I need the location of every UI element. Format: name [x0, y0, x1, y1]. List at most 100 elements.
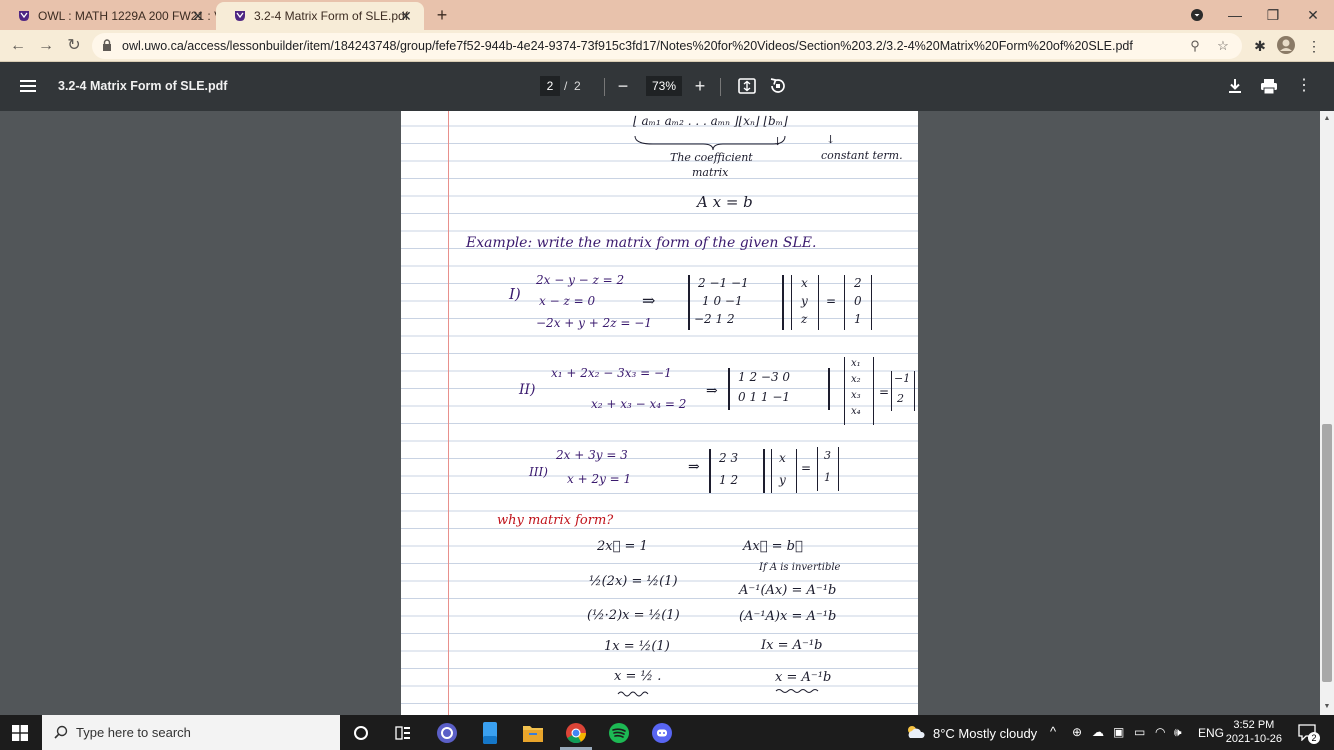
profile-dropdown-icon[interactable] — [1186, 4, 1208, 26]
page-total: / 2 — [564, 79, 581, 93]
battery-icon[interactable]: ▭ — [1134, 725, 1145, 739]
pdf-title: 3.2-4 Matrix Form of SLE.pdf — [58, 79, 228, 93]
page-number-input[interactable]: 2 — [540, 76, 560, 96]
url-text: owl.uwo.ca/access/lessonbuilder/item/184… — [122, 39, 1133, 53]
underline-squiggle — [617, 691, 649, 697]
vertical-scrollbar[interactable]: ▲ ▼ — [1320, 111, 1334, 715]
example-3-var-vector: x y — [771, 449, 797, 493]
profile-avatar-icon[interactable] — [1276, 36, 1296, 56]
forward-icon[interactable]: → — [36, 36, 56, 56]
vector-entry: x₂ — [851, 374, 861, 385]
meet-now-icon[interactable]: ⊕ — [1072, 725, 1082, 739]
coefficient-label: The coefficient — [670, 151, 753, 164]
implies-arrow: ⇒ — [688, 459, 700, 475]
close-tab-icon[interactable]: ✕ — [190, 8, 206, 24]
browser-toolbar: ← → ↻ owl.uwo.ca/access/lessonbuilder/it… — [0, 30, 1334, 62]
wifi-icon[interactable]: ◠ — [1155, 725, 1165, 739]
windows-taskbar: Type here to search 8°C Mostly cloudy ^ — [0, 715, 1334, 750]
tab-owl[interactable]: OWL : MATH 1229A 200 FW21 : V ✕ — [0, 2, 216, 30]
tab-pdf-active[interactable]: 3.2-4 Matrix Form of SLE.pdf ✕ — [216, 2, 424, 30]
example-heading: Example: write the matrix form of the gi… — [466, 235, 817, 251]
print-icon[interactable] — [1259, 76, 1279, 96]
weather-text[interactable]: 8°C Mostly cloudy — [933, 726, 1037, 741]
coefficient-label-matrix: matrix — [692, 166, 729, 179]
scroll-down-icon[interactable]: ▼ — [1323, 703, 1331, 711]
vector-entry: x₄ — [851, 406, 861, 417]
example-1-eq3: −2x + y + 2z = −1 — [536, 316, 652, 330]
clock-date: 2021-10-26 — [1225, 733, 1282, 745]
clock-time: 3:52 PM — [1233, 719, 1275, 731]
matrix-row: 1 2 — [719, 473, 739, 487]
matrix-row: 1 0 −1 — [702, 294, 743, 308]
vector-entry: y — [779, 473, 786, 487]
display-icon[interactable]: ▣ — [1113, 725, 1124, 739]
download-icon[interactable] — [1225, 76, 1245, 96]
pdf-page: ⌊ aₘ₁ aₘ₂ . . . aₘₙ ⌋⌊xₙ⌋ ⌊bₘ⌋ ↓ ↓ The c… — [401, 111, 918, 715]
hamburger-menu-icon[interactable] — [20, 78, 38, 94]
file-app-icon[interactable] — [478, 721, 502, 745]
scalar-step: ½(2x) = ½(1) — [589, 574, 678, 589]
example-1-label: I) — [509, 285, 521, 303]
system-clock[interactable]: 3:52 PM 2021-10-26 — [1226, 718, 1282, 746]
task-view-icon[interactable] — [391, 721, 415, 745]
taskbar-search-box[interactable]: Type here to search — [42, 715, 340, 750]
constant-term-label: constant term. — [821, 149, 903, 162]
address-bar[interactable]: owl.uwo.ca/access/lessonbuilder/item/184… — [92, 33, 1242, 59]
app-icon[interactable] — [435, 721, 459, 745]
cortana-icon[interactable] — [349, 721, 373, 745]
language-indicator[interactable]: ENG — [1198, 726, 1224, 740]
close-window-icon[interactable]: ✕ — [1302, 4, 1324, 26]
reload-icon[interactable]: ↻ — [64, 36, 84, 56]
minimize-icon[interactable]: — — [1224, 4, 1246, 26]
scalar-step: x = ½ . — [614, 669, 662, 684]
chevron-up-icon[interactable]: ^ — [1050, 724, 1056, 739]
fit-to-page-icon[interactable] — [737, 76, 757, 96]
total-pages: 2 — [574, 79, 581, 93]
example-1-eq2: x − z = 0 — [539, 294, 596, 308]
pdf-viewport[interactable]: ⌊ aₘ₁ aₘ₂ . . . aₘₙ ⌋⌊xₙ⌋ ⌊bₘ⌋ ↓ ↓ The c… — [0, 111, 1334, 715]
example-3-const-vector: 3 1 — [817, 447, 839, 491]
owl-favicon-icon — [235, 11, 245, 21]
vector-entry: y — [801, 294, 808, 308]
browser-menu-icon[interactable]: ⋮ — [1304, 36, 1324, 56]
arrow-down: ↓ — [826, 133, 836, 146]
zoom-level-input[interactable]: 73% — [646, 76, 682, 96]
bookmark-star-icon[interactable]: ☆ — [1214, 37, 1232, 55]
example-2-const-vector: −1 2 — [891, 371, 915, 411]
extensions-puzzle-icon[interactable]: ✱ — [1250, 36, 1270, 56]
close-tab-icon[interactable]: ✕ — [398, 8, 414, 24]
more-options-icon[interactable]: ⋮ — [1294, 76, 1314, 96]
scalar-step: 1x = ½(1) — [604, 639, 670, 654]
zoom-in-button[interactable]: + — [690, 76, 710, 96]
onedrive-cloud-icon[interactable]: ☁ — [1092, 725, 1104, 739]
matrix-step: x = A⁻¹b — [775, 670, 832, 685]
new-tab-icon[interactable]: + — [432, 5, 452, 25]
scalar-step: (½·2)x = ½(1) — [587, 608, 680, 623]
example-2-eq2: x₂ + x₃ − x₄ = 2 — [591, 397, 687, 411]
rotate-icon[interactable] — [768, 76, 788, 96]
scrollbar-thumb[interactable] — [1322, 424, 1332, 682]
discord-icon[interactable] — [650, 721, 674, 745]
vector-entry: 1 — [824, 471, 831, 484]
matrix-step: A⁻¹(Ax) = A⁻¹b — [739, 583, 837, 598]
matrix-row: 2 −1 −1 — [698, 276, 749, 290]
notification-center-icon[interactable]: 2 — [1298, 723, 1320, 744]
vector-entry: 0 — [854, 294, 862, 308]
scroll-up-icon[interactable]: ▲ — [1323, 115, 1331, 123]
back-icon[interactable]: ← — [8, 36, 28, 56]
page-separator: / — [564, 79, 568, 93]
windows-start-icon[interactable] — [12, 725, 28, 741]
vector-entry: 2 — [897, 392, 904, 405]
zoom-magnifier-icon[interactable]: ⚲ — [1186, 37, 1204, 55]
example-1-eq1: 2x − y − z = 2 — [536, 273, 625, 287]
restore-icon[interactable]: ❐ — [1262, 4, 1284, 26]
spotify-icon[interactable] — [607, 721, 631, 745]
vector-entry: 3 — [824, 449, 831, 462]
file-explorer-icon[interactable] — [521, 721, 545, 745]
chrome-icon[interactable] — [564, 721, 588, 745]
zoom-out-button[interactable]: − — [613, 76, 633, 96]
equals-sign: = — [879, 385, 890, 399]
tab-strip: OWL : MATH 1229A 200 FW21 : V ✕ 3.2-4 Ma… — [0, 0, 1334, 30]
example-1-const-vector: 2 0 1 — [844, 275, 872, 330]
volume-icon[interactable]: 🕪 — [1174, 725, 1182, 740]
